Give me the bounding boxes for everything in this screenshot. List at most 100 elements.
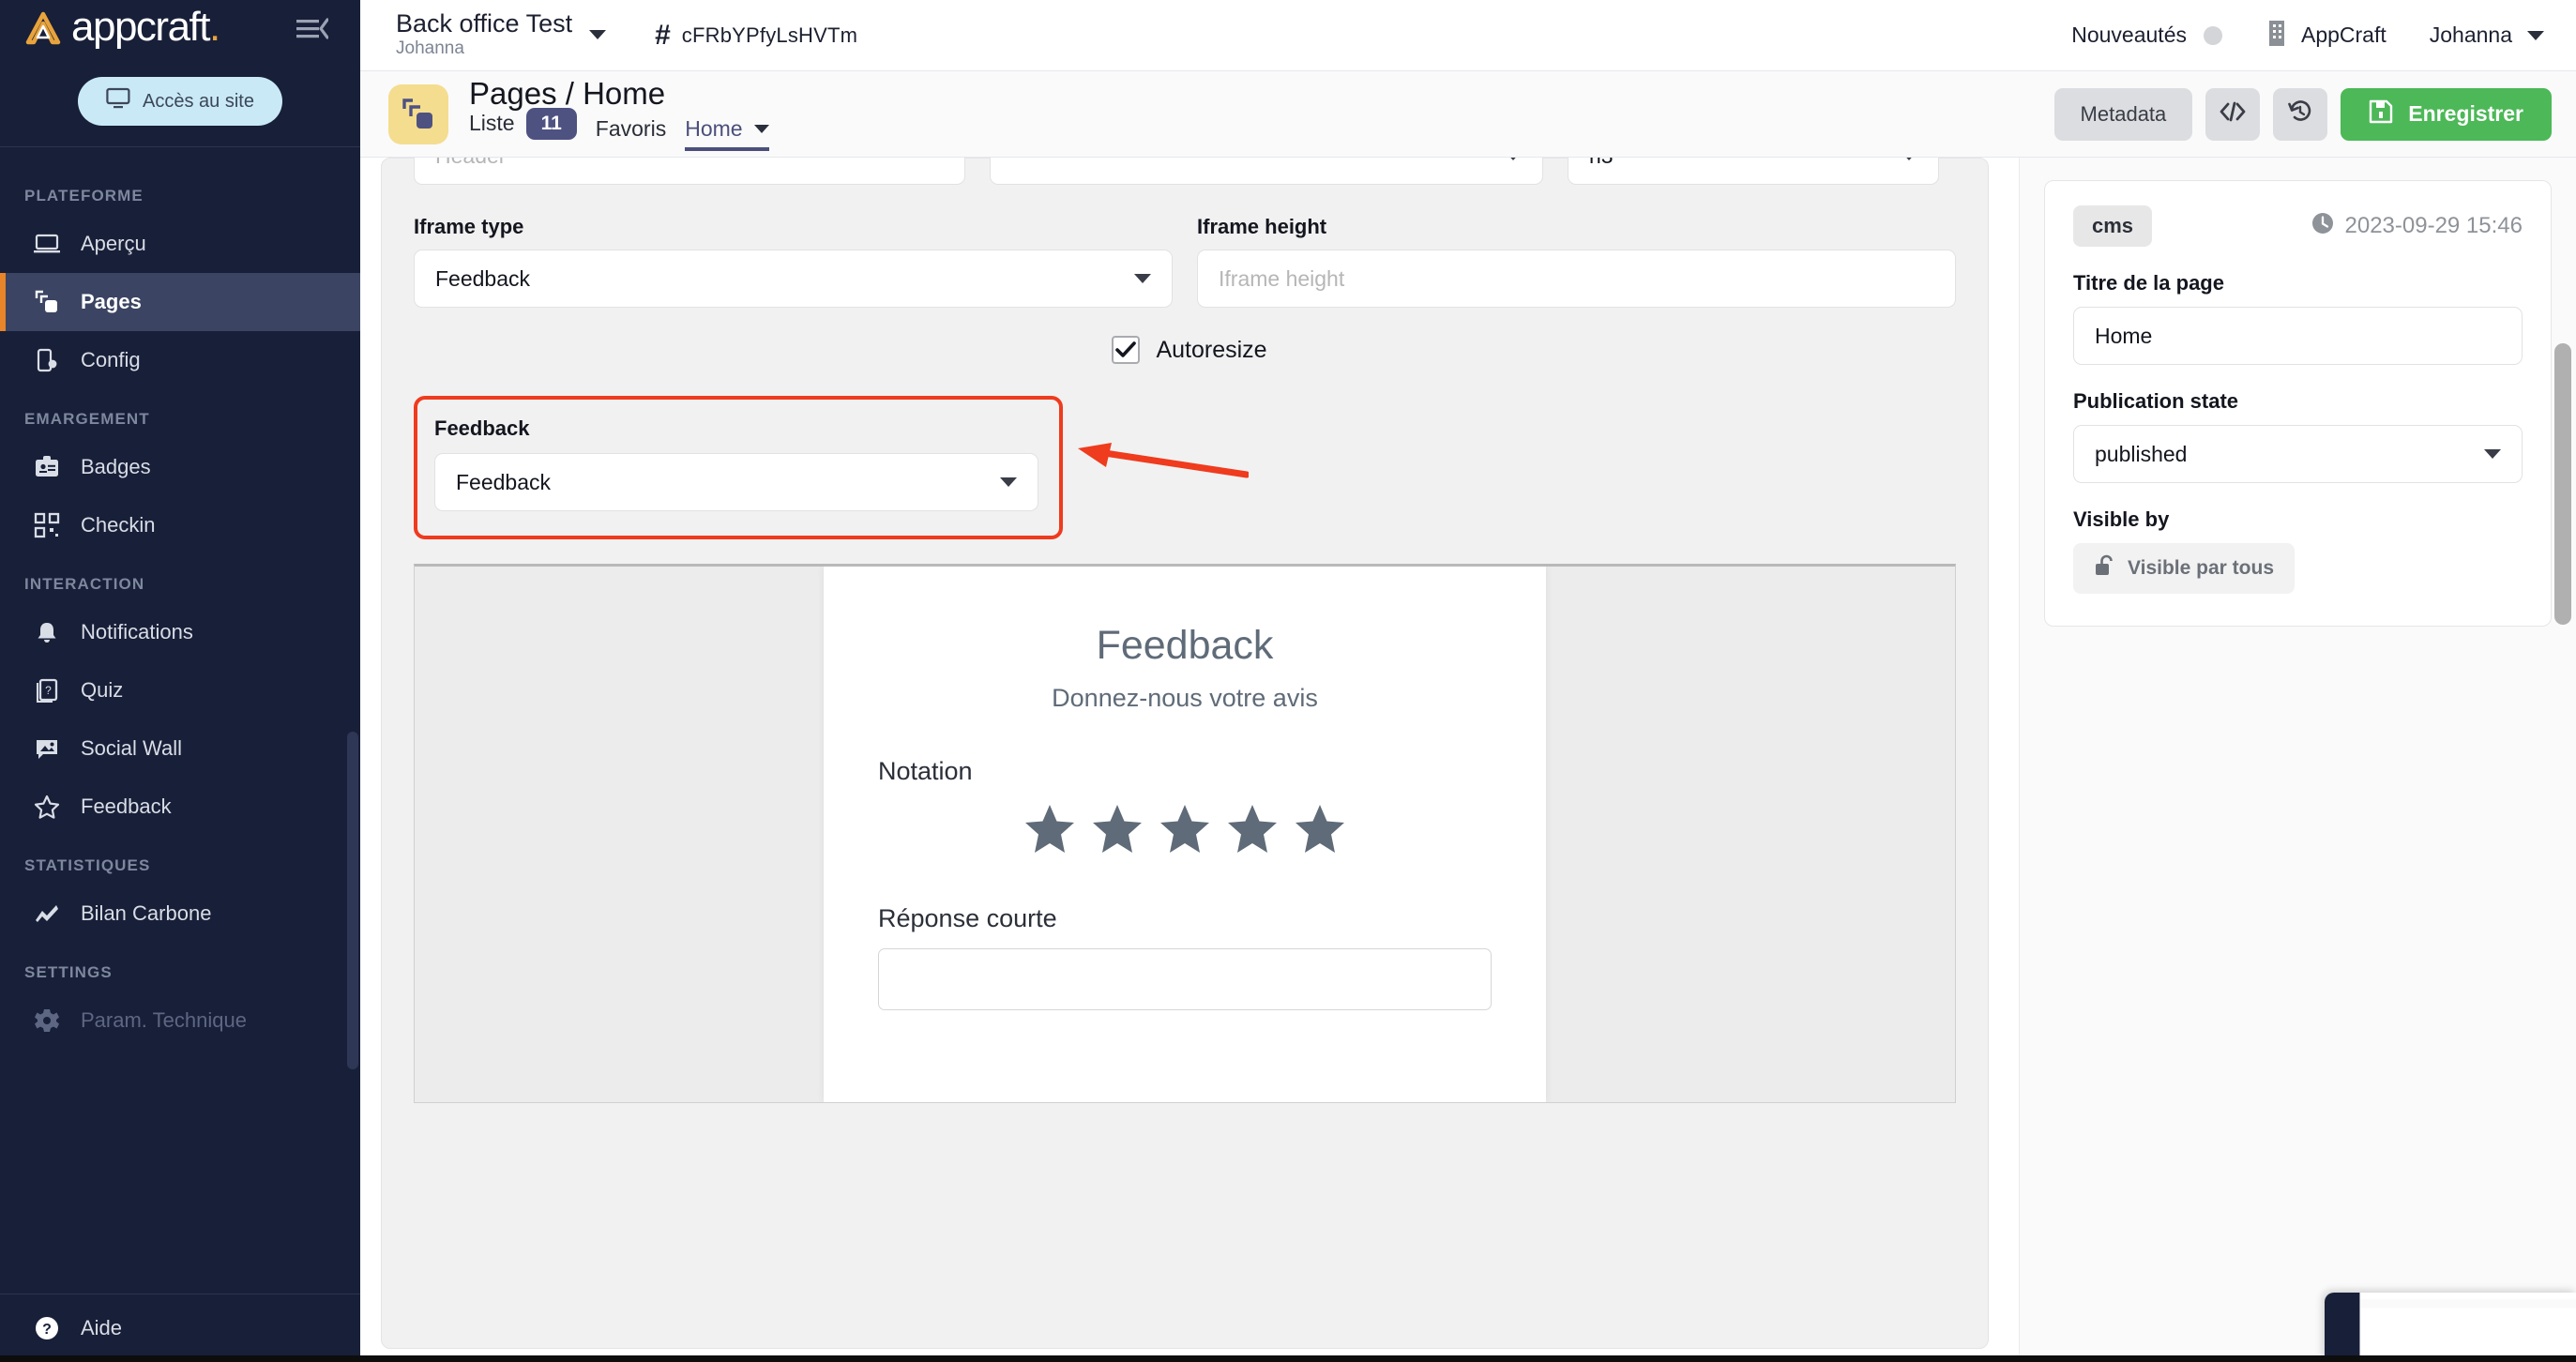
sidebar-item-checkin[interactable]: Checkin	[0, 496, 360, 554]
preview-title: Feedback	[824, 623, 1546, 669]
mobile-config-icon	[34, 347, 60, 373]
photo-comment-icon	[34, 735, 60, 762]
star-icon[interactable]	[1158, 803, 1212, 860]
sidebar-collapse-icon[interactable]	[293, 12, 332, 46]
page-title-input[interactable]: Home	[2073, 307, 2523, 365]
top-bar: Back office Test Johanna # cFRbYPfyLsHVT…	[360, 0, 2576, 71]
save-button[interactable]: Enregistrer	[2341, 88, 2552, 141]
unlock-icon	[2094, 554, 2114, 583]
laptop-icon	[34, 231, 60, 257]
autoresize-label: Autoresize	[1156, 337, 1266, 364]
access-site-button[interactable]: Accès au site	[78, 77, 282, 126]
project-name: Back office Test	[396, 10, 572, 37]
checkbox-box	[1112, 336, 1140, 364]
sidebar-item-label: Badges	[81, 455, 151, 479]
preview-short-answer-label: Réponse courte	[878, 904, 1546, 933]
middle-select[interactable]	[990, 158, 1543, 185]
tab-label: Liste	[469, 113, 515, 134]
news-label: Nouveautés	[2071, 23, 2187, 48]
project-switcher[interactable]: Back office Test Johanna	[396, 10, 606, 60]
svg-text:?: ?	[42, 1322, 52, 1338]
main-column: Back office Test Johanna # cFRbYPfyLsHVT…	[360, 0, 2576, 1362]
sidebar-item-label: Aperçu	[81, 232, 146, 256]
sidebar-item-badges[interactable]: Badges	[0, 438, 360, 496]
field-iframe-height: Iframe height Iframe height	[1197, 215, 1956, 308]
picture-in-picture-thumbnail[interactable]	[2325, 1293, 2576, 1362]
sidebar-item-label: Notifications	[81, 620, 193, 644]
editor-iframe-row: Iframe type Feedback Iframe height Ifram…	[414, 215, 1956, 308]
bell-icon	[34, 619, 60, 645]
screen-bottom-strip	[0, 1355, 2576, 1362]
sidebar-item-apercu[interactable]: Aperçu	[0, 215, 360, 273]
project-owner: Johanna	[396, 38, 572, 60]
iframe-height-input[interactable]: Iframe height	[1197, 250, 1956, 308]
feedback-preview-card: Feedback Donnez-nous votre avis Notation…	[824, 567, 1546, 1102]
code-view-button[interactable]	[2205, 88, 2260, 141]
page-tabs: Liste 11 Favoris Home	[469, 115, 769, 151]
header-input[interactable]: Header	[414, 158, 965, 185]
feedback-highlight-box: Feedback Feedback	[414, 396, 1063, 539]
sidebar-scrollbar[interactable]	[347, 732, 358, 1069]
feedback-select[interactable]: Feedback	[434, 453, 1038, 511]
preview-star-rating[interactable]	[824, 803, 1546, 860]
sidebar-item-label: Bilan Carbone	[81, 901, 211, 926]
metadata-button[interactable]: Metadata	[2054, 88, 2193, 141]
project-id: # cFRbYPfyLsHVTm	[655, 20, 857, 52]
chart-line-icon	[34, 900, 60, 927]
sidebar-item-notifications[interactable]: Notifications	[0, 603, 360, 661]
sidebar-item-aide[interactable]: ? Aide	[0, 1294, 360, 1362]
sidebar-item-feedback[interactable]: Feedback	[0, 778, 360, 836]
pages-stack-icon	[34, 289, 60, 315]
page-header-text: Pages / Home Liste 11 Favoris Home	[469, 71, 769, 158]
autoresize-checkbox[interactable]: Autoresize	[1112, 336, 1266, 364]
main-scrollbar[interactable]	[2554, 343, 2571, 625]
tab-home[interactable]: Home	[685, 118, 768, 151]
help-circle-icon: ?	[34, 1315, 60, 1341]
sidebar-item-pages[interactable]: Pages	[0, 273, 360, 331]
page-header: Pages / Home Liste 11 Favoris Home	[360, 71, 2576, 158]
visibility-chip[interactable]: Visible par tous	[2073, 543, 2295, 594]
badge-icon	[34, 454, 60, 480]
metadata-card-header: cms 2023-09-29 15:46	[2073, 205, 2523, 247]
sidebar-footer: ? Aide	[0, 1294, 360, 1362]
appcraft-logo-icon	[24, 11, 62, 47]
iframe-type-label: Iframe type	[414, 215, 1173, 239]
clock-icon	[2311, 211, 2335, 242]
tab-favoris[interactable]: Favoris	[596, 118, 666, 151]
heading-level-select[interactable]: h3	[1568, 158, 1939, 185]
news-button[interactable]: Nouveautés	[2071, 23, 2222, 48]
publication-state-select[interactable]: published	[2073, 425, 2523, 483]
sidebar-item-quiz[interactable]: ? Quiz	[0, 661, 360, 719]
star-icon[interactable]	[1023, 803, 1077, 860]
gear-icon	[34, 1007, 60, 1034]
code-brackets-icon	[2219, 100, 2247, 129]
body-split: Header h3	[360, 158, 2576, 1362]
history-button[interactable]	[2273, 88, 2327, 141]
chevron-down-icon	[1134, 274, 1151, 283]
preview-rating-label: Notation	[878, 757, 1546, 786]
feedback-preview-frame: Feedback Donnez-nous votre avis Notation…	[414, 564, 1956, 1103]
iframe-type-select[interactable]: Feedback	[414, 250, 1173, 308]
logo-dot: .	[209, 4, 220, 50]
organization-button[interactable]: AppCraft	[2265, 19, 2387, 53]
save-label: Enregistrer	[2408, 101, 2523, 127]
feedback-highlight-wrap: Feedback Feedback	[414, 396, 1956, 539]
chevron-down-icon	[2527, 31, 2544, 40]
sidebar-item-config[interactable]: Config	[0, 331, 360, 389]
star-icon[interactable]	[1090, 803, 1144, 860]
sidebar-item-bilan-carbone[interactable]: Bilan Carbone	[0, 885, 360, 943]
access-site-label: Accès au site	[143, 91, 254, 113]
star-icon[interactable]	[1225, 803, 1280, 860]
star-icon[interactable]	[1293, 803, 1347, 860]
chevron-down-icon	[589, 30, 606, 39]
user-menu[interactable]: Johanna	[2430, 23, 2544, 48]
sidebar-item-label: Aide	[81, 1316, 122, 1340]
preview-short-answer-input[interactable]	[878, 948, 1492, 1010]
editor-pane: Header h3	[360, 158, 2019, 1362]
publication-state-label: Publication state	[2073, 389, 2523, 414]
pip-content	[2325, 1293, 2576, 1362]
tab-liste[interactable]: Liste 11	[469, 108, 577, 151]
sidebar-item-social-wall[interactable]: Social Wall	[0, 719, 360, 778]
sidebar-item-label: Quiz	[81, 678, 123, 703]
metadata-card: cms 2023-09-29 15:46 Titre de la pag	[2044, 180, 2552, 627]
